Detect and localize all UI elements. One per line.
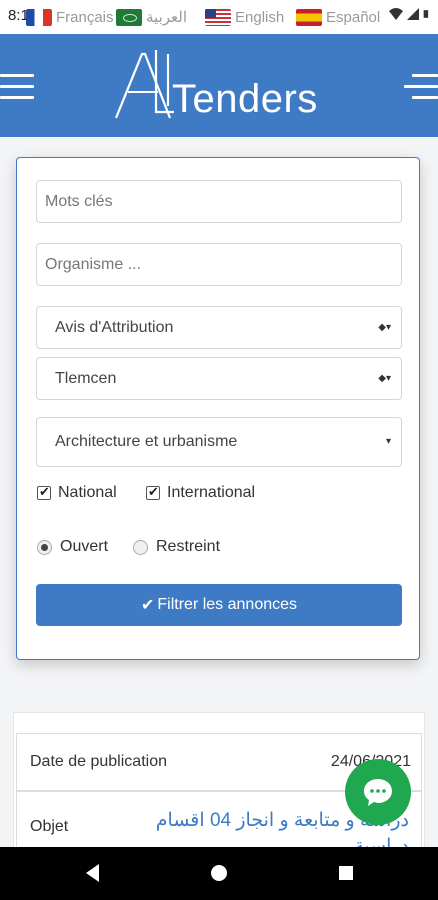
- radio-unselected-icon: [133, 539, 148, 555]
- language-english[interactable]: English: [205, 7, 284, 27]
- filter-form: Mots clés Organisme ... Avis d'Attributi…: [16, 157, 420, 660]
- national-checkbox[interactable]: National: [37, 484, 117, 502]
- alltenders-logo: Tenders: [114, 50, 318, 121]
- radio-selected-icon: [37, 539, 52, 555]
- spain-flag-icon: [296, 8, 322, 26]
- app-header: Tenders: [0, 34, 438, 137]
- wifi-icon: [389, 8, 403, 20]
- language-label: Español: [326, 8, 381, 26]
- radio-ouvert[interactable]: Ouvert: [37, 538, 108, 556]
- up-down-arrows-icon: ◆▾: [378, 372, 391, 384]
- system-icons: [389, 7, 432, 21]
- language-espanol[interactable]: Español: [296, 7, 380, 27]
- checkbox-checked-icon: [37, 484, 51, 500]
- notice-type-value: Avis d'Attribution: [55, 318, 174, 336]
- region-value: Tlemcen: [55, 369, 117, 387]
- filter-button[interactable]: ✔ Filtrer les annonces: [36, 584, 402, 626]
- checkmark-icon: ✔: [140, 597, 155, 614]
- ouvert-label: Ouvert: [60, 538, 109, 555]
- language-label: العربية: [146, 9, 187, 26]
- us-flag-icon: [205, 8, 231, 26]
- up-down-arrows-icon: ◆▾: [378, 321, 391, 333]
- sector-select[interactable]: Architecture et urbanisme ▾: [36, 417, 402, 467]
- radio-restreint[interactable]: Restreint: [133, 538, 220, 556]
- battery-icon: [423, 10, 429, 18]
- chevron-down-icon: ▾: [385, 436, 391, 447]
- france-flag-icon: [26, 8, 52, 26]
- system-nav-bar: [0, 847, 438, 900]
- home-icon[interactable]: [208, 862, 230, 884]
- national-label: National: [58, 484, 117, 501]
- svg-text:Tenders: Tenders: [172, 77, 318, 121]
- app-screen: 8:12 Français العربية English Español Te…: [0, 0, 438, 900]
- chat-button[interactable]: [345, 759, 411, 825]
- chat-bubble-icon: [364, 779, 392, 806]
- keywords-input[interactable]: Mots clés: [36, 180, 402, 223]
- international-label: International: [167, 484, 256, 501]
- back-icon[interactable]: [82, 862, 104, 884]
- organism-input[interactable]: Organisme ...: [36, 243, 402, 286]
- language-francais[interactable]: Français: [26, 7, 114, 27]
- international-checkbox[interactable]: International: [146, 484, 255, 502]
- publication-date-label: Date de publication: [30, 753, 167, 770]
- keywords-placeholder: Mots clés: [45, 192, 113, 210]
- language-label: English: [235, 8, 285, 26]
- region-select[interactable]: Tlemcen ◆▾: [36, 357, 402, 400]
- restreint-label: Restreint: [156, 538, 221, 555]
- sector-value: Architecture et urbanisme: [55, 433, 238, 450]
- left-menu-icon[interactable]: [0, 74, 34, 100]
- recents-icon[interactable]: [335, 862, 357, 884]
- right-menu-icon[interactable]: [404, 74, 438, 100]
- checkbox-checked-icon: [146, 484, 160, 500]
- saudi-flag-icon: [116, 8, 142, 26]
- language-arabic[interactable]: العربية: [116, 7, 187, 27]
- notice-type-select[interactable]: Avis d'Attribution ◆▾: [36, 306, 402, 349]
- language-label: Français: [56, 8, 114, 26]
- object-label: Objet: [30, 818, 69, 835]
- filter-button-label: Filtrer les annonces: [157, 596, 298, 613]
- organism-placeholder: Organisme ...: [45, 255, 142, 273]
- signal-icon: [407, 8, 419, 20]
- language-bar: 8:12 Français العربية English Español: [0, 0, 438, 34]
